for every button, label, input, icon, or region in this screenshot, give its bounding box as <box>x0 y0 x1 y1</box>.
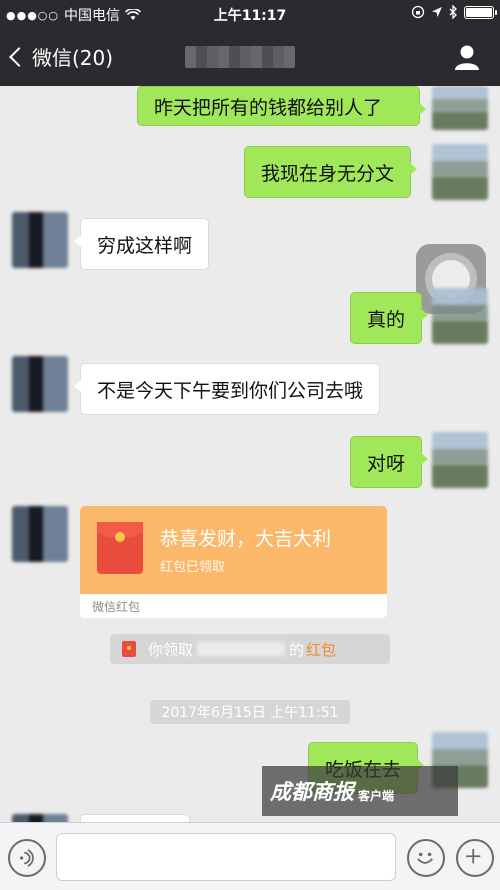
battery-icon <box>464 5 497 19</box>
status-bar: ●●●○○ 中国电信 上午11:17 <box>0 0 500 28</box>
avatar-self[interactable] <box>432 288 488 344</box>
red-packet-link[interactable]: 红包 <box>306 639 336 660</box>
avatar-other[interactable] <box>12 212 68 268</box>
avatar-other[interactable] <box>12 814 68 822</box>
chevron-left-icon <box>9 46 29 67</box>
avatar-other[interactable] <box>12 356 68 412</box>
chat-title-blurred <box>185 46 295 68</box>
system-notice-prefix: 你领取 <box>148 640 194 659</box>
chat-area[interactable]: 昨天把所有的钱都给别人了 我现在身无分文 穷成这样啊 真的 不是今天下午要到你们… <box>0 86 500 822</box>
message-input[interactable] <box>56 833 396 881</box>
back-label: 微信(20) <box>32 46 114 70</box>
avatar-self[interactable] <box>432 432 488 488</box>
avatar-self[interactable] <box>432 144 488 200</box>
message-timestamp: 2017年6月15日 上午11:51 <box>150 700 350 724</box>
status-right <box>411 5 497 19</box>
watermark-main: 成都商报 <box>270 779 354 804</box>
person-icon[interactable] <box>452 42 482 72</box>
voice-icon[interactable] <box>8 839 46 877</box>
nav-bar: 微信(20) <box>0 28 500 86</box>
watermark-sub: 客户端 <box>358 788 395 803</box>
message-bubble-self[interactable]: 昨天把所有的钱都给别人了 <box>137 86 426 126</box>
message-bubble-self[interactable]: 真的 <box>350 292 429 344</box>
avatar-other[interactable] <box>12 506 68 562</box>
red-packet-status: 红包已领取 <box>160 560 226 575</box>
red-packet-card[interactable]: 恭喜发财，大吉大利 红包已领取 微信红包 <box>80 506 387 618</box>
plus-icon[interactable] <box>456 839 494 877</box>
system-notice: 你领取 的 红包 <box>110 634 390 664</box>
location-icon <box>432 7 442 17</box>
red-packet-mini-icon <box>122 641 136 657</box>
avatar-self[interactable] <box>432 86 488 130</box>
message-bubble-other[interactable]: 穷成这样啊 <box>73 218 210 270</box>
smiley-icon[interactable] <box>407 839 445 877</box>
bluetooth-icon <box>449 5 457 19</box>
message-bubble-self[interactable]: 对呀 <box>350 436 429 488</box>
back-button[interactable]: 微信(20) <box>9 42 114 71</box>
red-packet-title: 恭喜发财，大吉大利 <box>160 528 332 550</box>
input-bar <box>0 822 500 890</box>
message-bubble-other[interactable]: 不是今天下午要到你们公司去哦 <box>73 363 381 415</box>
message-bubble-self[interactable]: 我现在身无分文 <box>244 146 418 198</box>
red-packet-footer: 微信红包 <box>92 600 141 614</box>
system-notice-suffix: 的 <box>289 640 305 659</box>
rotation-lock-icon <box>411 5 425 19</box>
watermark-logo: 成都商报 客户端 <box>262 766 458 816</box>
blurred-name <box>197 642 286 656</box>
message-bubble-other-partial[interactable] <box>80 814 190 822</box>
red-envelope-icon <box>97 522 143 574</box>
